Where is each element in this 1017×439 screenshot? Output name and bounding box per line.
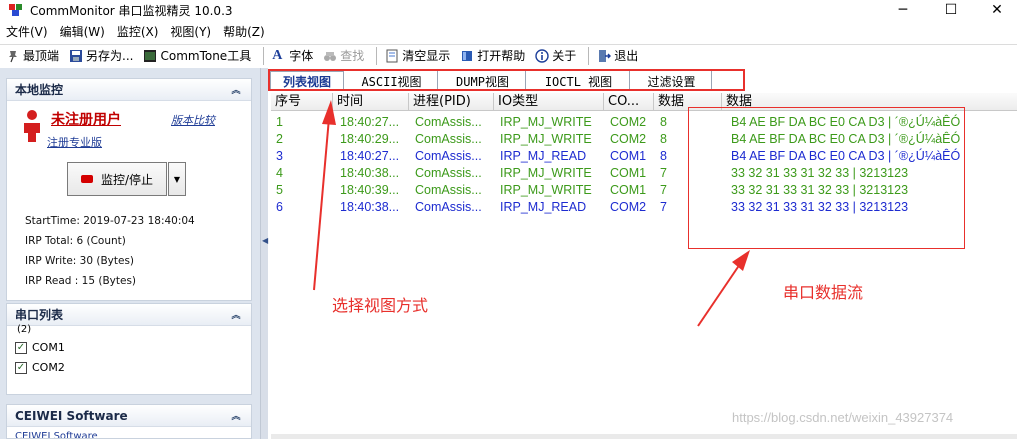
- watermark: https://blog.csdn.net/weixin_43927374: [732, 410, 954, 425]
- arrow-to-data-icon: [697, 250, 750, 327]
- annotation-arrows: [313, 100, 750, 327]
- annotation-select-view: 选择视图方式: [332, 296, 429, 315]
- horizontal-scrollbar[interactable]: [271, 434, 1017, 439]
- annotation-data-stream: 串口数据流: [783, 283, 864, 302]
- arrow-to-tabs-icon: [313, 100, 336, 291]
